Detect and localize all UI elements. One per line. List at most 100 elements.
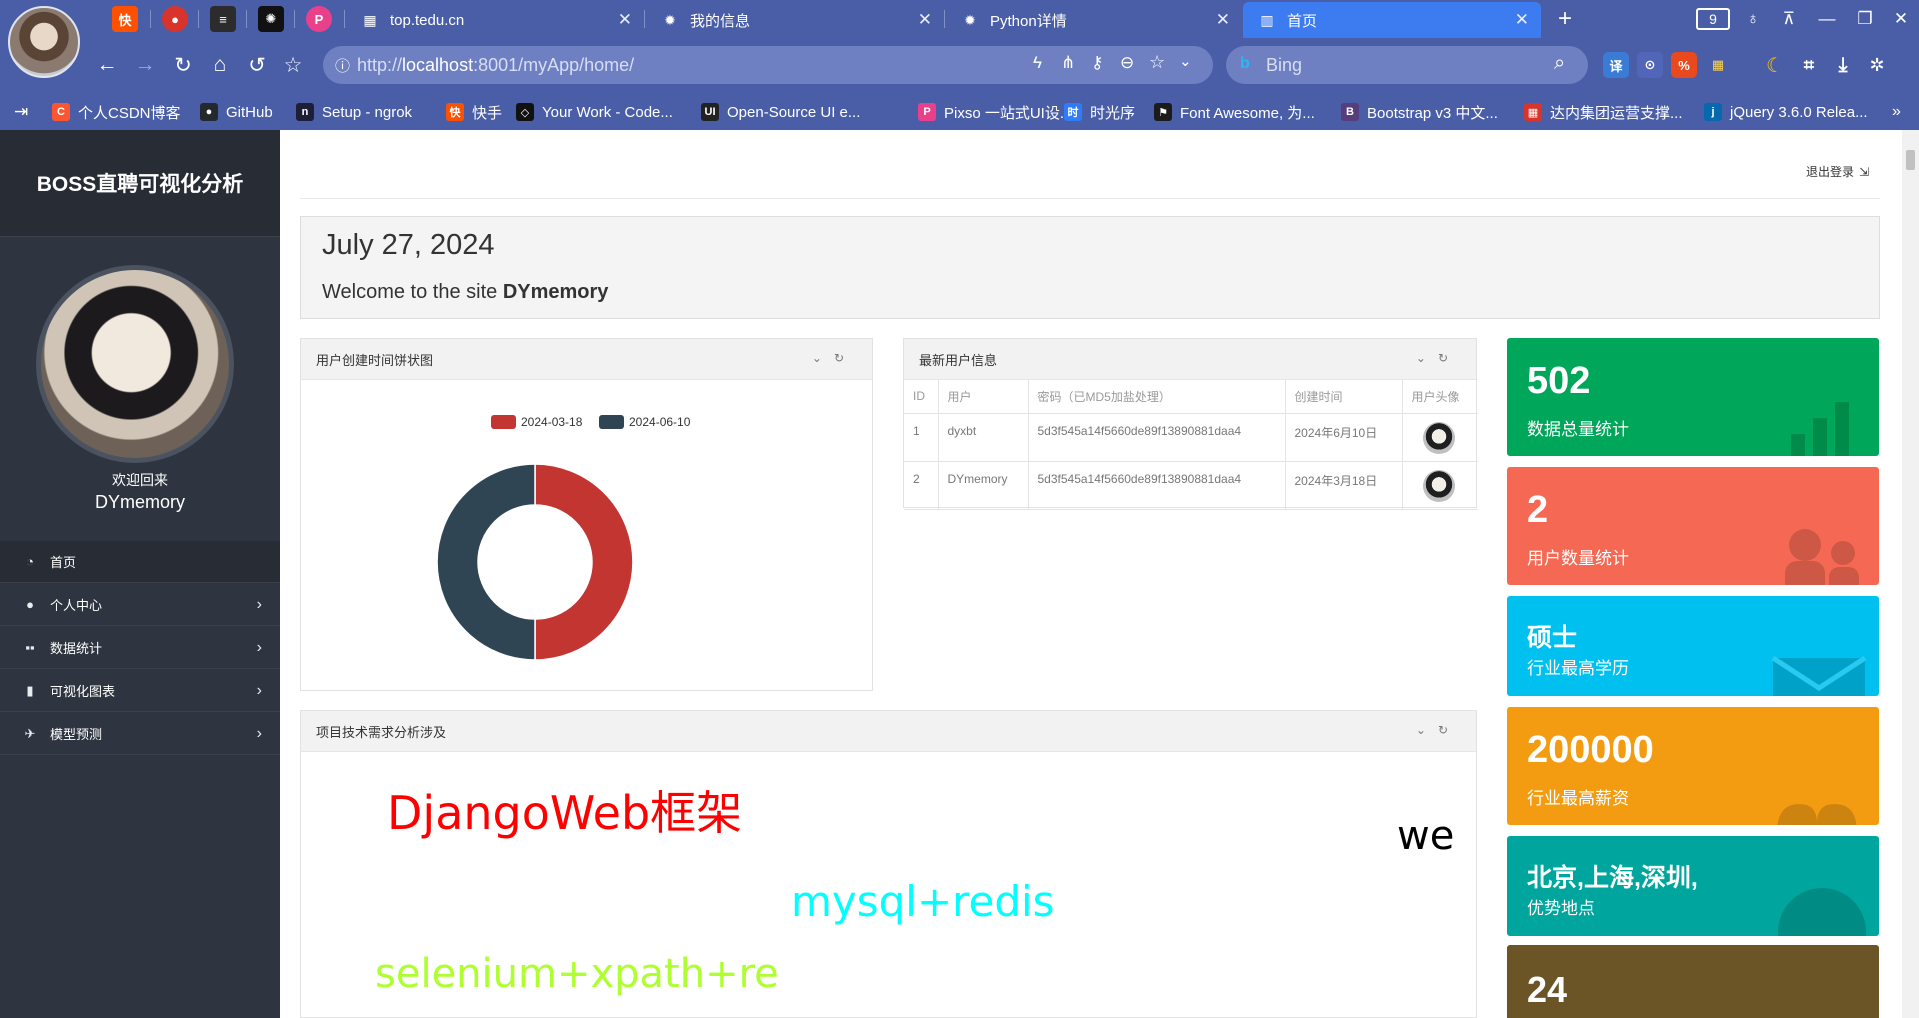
logout-link[interactable]: 退出登录 ⇲	[1806, 163, 1869, 180]
bookmark-item[interactable]: ⚑ Font Awesome, 为...	[1154, 101, 1315, 123]
apps-grid-icon[interactable]: ▦	[1705, 52, 1731, 78]
download-icon[interactable]: ⤓	[1830, 52, 1856, 78]
bookmark-item[interactable]: ◇ Your Work - Code...	[516, 101, 673, 123]
legend-label[interactable]: 2024-06-10	[629, 415, 691, 429]
legend-swatch[interactable]	[491, 415, 516, 429]
pie-slice[interactable]	[436, 463, 536, 661]
stat-value: 2	[1527, 489, 1549, 531]
restore-icon[interactable]: ❐	[1850, 5, 1880, 33]
bookmark-item[interactable]: UI Open-Source UI e...	[701, 101, 860, 123]
legend-swatch[interactable]	[599, 415, 624, 429]
refresh-icon[interactable]: ↻	[834, 351, 856, 365]
settings-icon[interactable]: ✲	[1864, 52, 1890, 78]
back-arrow-icon[interactable]: ←	[92, 50, 122, 80]
close-icon[interactable]: ✕	[1515, 10, 1529, 30]
collapse-chevron-icon[interactable]: ⌄	[1416, 723, 1438, 737]
browser-profile-avatar[interactable]	[8, 6, 80, 78]
close-icon[interactable]: ✕	[1216, 10, 1230, 30]
lightning-icon[interactable]: ϟ	[1033, 53, 1042, 73]
extension-red-icon[interactable]: %	[1671, 52, 1697, 78]
plane-icon: ✈	[24, 725, 36, 741]
collapse-chevron-icon[interactable]: ⌄	[1416, 351, 1438, 365]
favorite-star-icon[interactable]: ☆	[278, 50, 308, 80]
close-icon[interactable]: ✕	[618, 10, 632, 30]
minimize-icon[interactable]: —	[1812, 5, 1842, 33]
pie-slice[interactable]	[534, 463, 634, 661]
stat-card-extra[interactable]: 24	[1507, 945, 1879, 1018]
table-row: 2 DYmemory 5d3f545a14f5660de89f13890881d…	[904, 461, 1478, 510]
sidebar-toggle-icon[interactable]: ⇥	[14, 101, 28, 123]
tab-my-info[interactable]: ✹ 我的信息 ✕	[646, 2, 944, 38]
cloud-word: mysql+redis	[791, 877, 1055, 926]
page-scrollbar[interactable]	[1902, 130, 1919, 1018]
cell-id: 2	[904, 461, 939, 510]
zoom-icon[interactable]: ⊖	[1120, 53, 1134, 73]
close-window-icon[interactable]: ✕	[1886, 5, 1916, 33]
crop-icon[interactable]: ⌗	[1796, 52, 1822, 78]
stat-card-user-count[interactable]: 2 用户数量统计	[1507, 467, 1879, 585]
envelope-icon	[1771, 655, 1867, 696]
refresh-icon[interactable]: ↻	[1438, 351, 1460, 365]
cloud-word: DjangoWeb框架	[387, 786, 743, 840]
bookmark-star-icon[interactable]: ☆	[1149, 52, 1165, 73]
address-bar[interactable]: ⓘ http://localhost:8001/myApp/home/ ϟ ⋔ …	[323, 46, 1213, 84]
user-avatar	[1422, 421, 1455, 454]
brand-title[interactable]: BOSS直聘可视化分析	[0, 130, 280, 237]
stat-card-highest-salary[interactable]: 200000 行业最高薪资	[1507, 707, 1879, 825]
column-header: ID	[904, 380, 939, 414]
bookmark-item[interactable]: B Bootstrap v3 中文...	[1341, 101, 1498, 123]
stat-card-data-total[interactable]: 502 数据总量统计	[1507, 338, 1879, 456]
cell-user: dyxbt	[938, 413, 1029, 462]
share-icon[interactable]: ⋔	[1061, 53, 1075, 73]
pinned-tab-stack-icon[interactable]: ≡	[210, 6, 236, 32]
pinned-tab-openai-icon[interactable]: ✺	[258, 6, 284, 32]
pin-icon[interactable]: ⊼	[1774, 5, 1804, 33]
globe-icon	[1778, 888, 1866, 936]
legend-label[interactable]: 2024-03-18	[521, 415, 583, 429]
sidebar-item-4[interactable]: ✈ 模型预测 ›	[0, 713, 280, 755]
sidebar-item-0[interactable]: ◔ 首页	[0, 541, 280, 583]
panel-header: 项目技术需求分析涉及 ⌄↻	[301, 711, 1476, 752]
more-bookmarks-chevron-icon[interactable]: »	[1892, 101, 1901, 123]
pinned-tab-kuaishou-icon[interactable]: 快	[112, 6, 138, 32]
pinned-tab-record-icon[interactable]: ●	[162, 6, 188, 32]
home-icon[interactable]: ⌂	[205, 50, 235, 80]
chevron-down-icon[interactable]: ⌄	[1179, 52, 1192, 70]
scrollbar-thumb[interactable]	[1906, 150, 1915, 170]
stat-card-top-locations[interactable]: 北京,上海,深圳, 优势地点	[1507, 836, 1879, 936]
sidebar-item-1[interactable]: ● 个人中心 ›	[0, 584, 280, 626]
refresh-icon[interactable]: ↻	[1438, 723, 1460, 737]
stat-card-highest-degree[interactable]: 硕士 行业最高学历	[1507, 596, 1879, 696]
search-bar[interactable]: b Bing ⌕	[1226, 46, 1588, 84]
tab-home[interactable]: ▥ 首页 ✕	[1243, 2, 1541, 38]
forward-arrow-icon[interactable]: →	[130, 50, 160, 80]
bookmark-item[interactable]: P Pixso 一站式UI设...	[918, 101, 1072, 123]
sidebar-item-3[interactable]: ▮ 可视化图表 ›	[0, 670, 280, 712]
tab-count-badge[interactable]: 9	[1696, 8, 1730, 30]
reload-icon[interactable]: ↻	[168, 50, 198, 80]
night-mode-moon-icon[interactable]: ☾	[1762, 52, 1788, 78]
bookmark-item[interactable]: j jQuery 3.6.0 Relea...	[1704, 101, 1868, 123]
tab-python-detail[interactable]: ✹ Python详情 ✕	[946, 2, 1242, 38]
bookmark-item[interactable]: ● GitHub	[200, 101, 273, 123]
search-icon[interactable]: ⌕	[1554, 52, 1565, 75]
bookmark-item[interactable]: n Setup - ngrok	[296, 101, 412, 123]
pinned-tab-pixso-icon[interactable]: P	[306, 6, 332, 32]
tab-separator	[198, 10, 199, 28]
shirt-skin-icon[interactable]: ♁	[1738, 5, 1768, 33]
sidebar-item-2[interactable]: ▪▪ 数据统计 ›	[0, 627, 280, 669]
new-tab-plus-icon[interactable]: +	[1550, 5, 1580, 33]
python-logo-icon: ✹	[964, 11, 976, 28]
bookmark-item[interactable]: 快快手	[446, 101, 502, 123]
collapse-chevron-icon[interactable]: ⌄	[812, 351, 834, 365]
bookmark-item[interactable]: ▦ 达内集团运营支撑...	[1524, 101, 1683, 123]
close-icon[interactable]: ✕	[918, 10, 932, 30]
info-icon[interactable]: ⓘ	[335, 55, 350, 76]
key-icon[interactable]: ⚷	[1091, 53, 1103, 73]
translate-icon[interactable]: 译	[1603, 52, 1629, 78]
bookmark-item[interactable]: 时时光序	[1064, 101, 1135, 123]
screenshot-search-icon[interactable]: ⊙	[1637, 52, 1663, 78]
tab-top-tedu[interactable]: ▦ top.tedu.cn ✕	[346, 2, 644, 38]
bookmark-item[interactable]: C 个人CSDN博客	[52, 101, 181, 123]
undo-icon[interactable]: ↺	[242, 50, 272, 80]
